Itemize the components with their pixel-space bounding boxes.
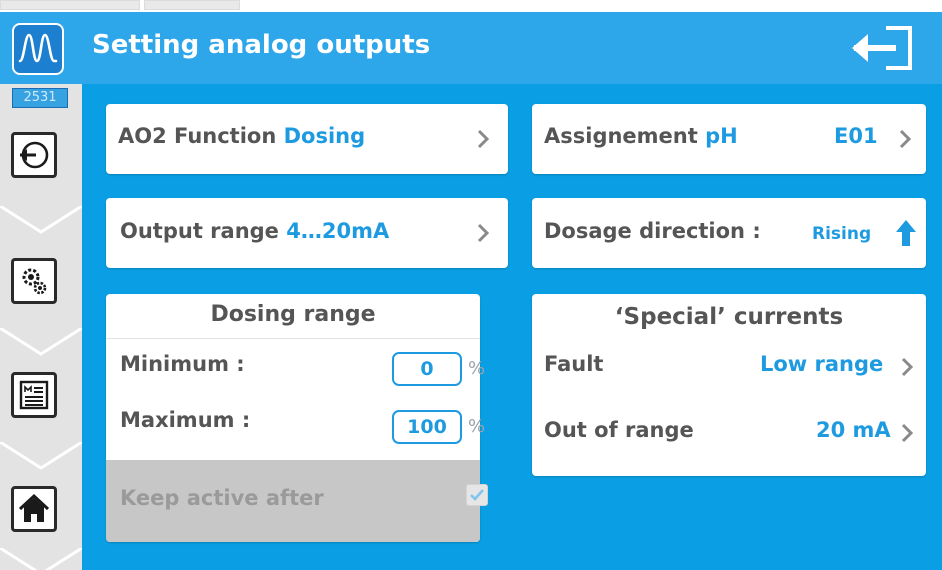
- maximum-input[interactable]: [392, 410, 462, 444]
- settings-button[interactable]: [11, 258, 57, 304]
- arrow-up-icon: [896, 220, 916, 246]
- assignment-label-row: Assignement pH: [544, 124, 738, 148]
- assignment-card[interactable]: Assignement pH E01: [532, 104, 926, 174]
- exit-icon[interactable]: [850, 22, 920, 74]
- out-of-range-value[interactable]: 20 mA: [816, 418, 891, 442]
- sidebar-divider: [0, 442, 82, 470]
- assignment-channel: E01: [834, 124, 878, 148]
- chevron-right-icon[interactable]: [900, 422, 914, 444]
- window-tab: [144, 0, 240, 10]
- minimum-input[interactable]: [392, 352, 462, 386]
- app-window: Setting analog outputs 2531 AO2 Function…: [0, 12, 942, 570]
- maximum-unit: %: [468, 416, 486, 437]
- home-button[interactable]: [11, 486, 57, 532]
- keep-active-row[interactable]: Keep active after: [106, 460, 488, 542]
- sidebar-divider: [0, 206, 82, 234]
- dosing-range-heading: Dosing range: [210, 302, 376, 327]
- output-range-label: Output range: [120, 219, 279, 243]
- function-label-row: AO2 Function Dosing: [118, 124, 365, 148]
- maximum-label: Maximum :: [120, 408, 251, 432]
- sidebar: 2531: [0, 84, 82, 570]
- output-range-label-row: Output range 4…20mA: [120, 219, 389, 243]
- fault-value[interactable]: Low range: [760, 352, 883, 376]
- minimum-unit: %: [468, 358, 486, 379]
- sidebar-divider: [0, 548, 82, 570]
- chevron-right-icon: [477, 223, 490, 243]
- chevron-right-icon: [477, 129, 490, 149]
- dosage-direction-card[interactable]: Dosage direction : Rising: [532, 198, 926, 268]
- home-icon: [18, 493, 50, 522]
- special-currents-heading: ‘Special’ currents: [614, 304, 844, 330]
- chevron-right-icon: [899, 129, 912, 149]
- header-bar: Setting analog outputs: [0, 12, 942, 84]
- back-button[interactable]: [11, 132, 57, 178]
- output-range-value: 4…20mA: [286, 219, 390, 243]
- back-arrow-circle-icon: [20, 141, 49, 169]
- output-range-card[interactable]: Output range 4…20mA: [106, 198, 508, 268]
- waveform-icon: [12, 23, 64, 75]
- special-currents-card: ‘Special’ currents Fault Low range Out o…: [532, 294, 926, 476]
- dosage-direction-value: Rising: [812, 224, 872, 244]
- function-card[interactable]: AO2 Function Dosing: [106, 104, 508, 174]
- fault-label: Fault: [544, 352, 604, 376]
- chevron-right-icon[interactable]: [900, 356, 914, 378]
- dosage-direction-label: Dosage direction :: [544, 219, 761, 243]
- minimum-label: Minimum :: [120, 352, 245, 376]
- sidebar-divider: [0, 328, 82, 356]
- checkmark-icon: [470, 489, 484, 501]
- top-strip: [0, 0, 942, 12]
- keep-active-label: Keep active after: [120, 486, 324, 510]
- device-code-badge: 2531: [12, 88, 68, 108]
- assignment-value: pH: [705, 124, 738, 148]
- function-label: AO2 Function: [118, 124, 277, 148]
- out-of-range-label: Out of range: [544, 418, 694, 442]
- page-title: Setting analog outputs: [92, 30, 431, 60]
- keep-active-checkbox[interactable]: [466, 484, 488, 506]
- function-value: Dosing: [283, 124, 366, 148]
- menu-button[interactable]: [11, 372, 57, 418]
- divider: [106, 338, 480, 339]
- menu-list-icon: [19, 380, 49, 410]
- window-tab: [0, 0, 140, 10]
- gears-icon: [22, 268, 47, 295]
- assignment-label: Assignement: [544, 124, 698, 148]
